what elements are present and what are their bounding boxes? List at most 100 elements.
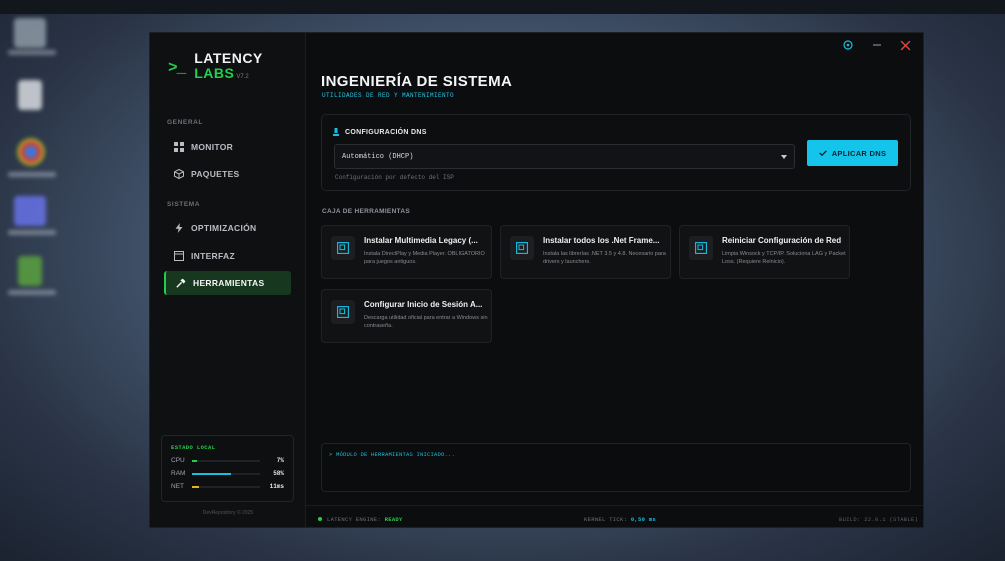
stat-value: 11ms (269, 483, 284, 490)
discord-icon[interactable] (14, 196, 46, 226)
chrome-icon[interactable] (17, 138, 45, 166)
app-window: >_ LATENCY LABS V7.2 GENERAL MONITOR PAQU… (149, 32, 924, 528)
desktop-icon-label (8, 50, 56, 55)
ram-usage-bar (192, 472, 232, 475)
tool-title: Configurar Inicio de Sesión A... (364, 300, 483, 309)
tool-title: Instalar todos los .Net Frame... (543, 236, 660, 245)
spreadsheet-icon[interactable] (18, 256, 42, 286)
status-footer: LATENCY ENGINE: READY KERNEL TICK: 0,50 … (306, 505, 923, 527)
engine-label: LATENCY ENGINE: (327, 516, 382, 523)
dns-header-label: CONFIGURACIÓN DNS (345, 128, 427, 136)
sidebar: >_ LATENCY LABS V7.2 GENERAL MONITOR PAQU… (150, 33, 306, 527)
main-panel: INGENIERÍA DE SISTEMA UTILIDADES DE RED … (306, 33, 923, 527)
bolt-icon (174, 223, 184, 233)
minimize-button[interactable] (870, 38, 884, 52)
tool-window-icon (510, 236, 534, 260)
window-icon (174, 251, 184, 261)
tool-desc: Instala DirectPlay y Media Player. OBLIG… (364, 251, 485, 265)
tools-heading: CAJA DE HERRAMIENTAS (322, 208, 410, 215)
tool-window-icon (331, 236, 355, 260)
local-status-panel: ESTADO LOCAL CPU 7% RAM 58% NET 11ms (161, 435, 294, 502)
local-status-title: ESTADO LOCAL (171, 444, 216, 451)
stat-label: NET (171, 483, 184, 490)
tool-desc: Instala las librerías .NET 3.5 y 4.8. Ne… (543, 251, 666, 265)
net-latency-bar (192, 485, 200, 488)
check-icon (818, 150, 827, 156)
dns-select-value: Automático (DHCP) (342, 152, 414, 161)
tool-title: Instalar Multimedia Legacy (... (364, 236, 478, 245)
file-icon[interactable] (18, 80, 42, 110)
stat-value: 58% (273, 470, 284, 477)
dns-config-card: CONFIGURACIÓN DNS Automático (DHCP) Conf… (321, 114, 911, 191)
sidebar-item-monitor[interactable]: MONITOR (164, 135, 291, 159)
stat-label: RAM (171, 470, 186, 477)
kernel-tick-value: 0,50 ms (630, 516, 657, 523)
sidebar-item-label: PAQUETES (191, 169, 240, 179)
kernel-tick: KERNEL TICK: 0,50 ms (584, 516, 656, 523)
sidebar-item-interfaz[interactable]: INTERFAZ (164, 244, 291, 268)
dns-header: CONFIGURACIÓN DNS (333, 128, 427, 136)
sidebar-item-label: OPTIMIZACIÓN (191, 223, 257, 233)
logo-text: LATENCY LABS V7.2 (194, 51, 263, 85)
page-subtitle: UTILIDADES DE RED Y MANTENIMIENTO (322, 92, 455, 99)
logo-line2: LABS (194, 65, 235, 81)
stat-bar-track (192, 472, 260, 475)
dns-icon (333, 128, 339, 136)
package-icon (174, 169, 184, 179)
hammer-icon (176, 278, 186, 288)
tool-card-network-reset[interactable]: Reiniciar Configuración de Red Limpia Wi… (679, 225, 850, 279)
tool-card-autologon[interactable]: Configurar Inicio de Sesión A... Descarg… (321, 289, 492, 343)
app-version: V7.2 (236, 74, 249, 80)
recycle-bin-icon[interactable] (14, 18, 46, 48)
sidebar-item-label: INTERFAZ (191, 251, 235, 261)
logo-prompt: >_ (168, 59, 186, 77)
console-output[interactable]: > MÓDULO DE HERRAMIENTAS INICIADO... (321, 443, 911, 492)
tool-desc: Limpia Winsock y TCP/IP. Soluciona LAG y… (722, 251, 846, 265)
stat-label: CPU (171, 457, 185, 464)
build-info: BUILD: 22.0.1 (STABLE) (839, 516, 919, 523)
dns-hint: Configuración por defecto del ISP (335, 174, 454, 181)
console-line: > MÓDULO DE HERRAMIENTAS INICIADO... (329, 451, 456, 458)
stat-row-ram: RAM 58% (171, 470, 284, 477)
kernel-label: KERNEL TICK: (584, 516, 628, 523)
desktop-top-strip (0, 0, 1005, 14)
desktop-icon-label (8, 290, 56, 295)
stat-bar-track (192, 485, 260, 488)
engine-status-value: READY (384, 516, 403, 523)
tool-window-icon (689, 236, 713, 260)
apply-dns-label: APLICAR DNS (831, 148, 887, 158)
chevron-down-icon (781, 154, 787, 162)
info-button[interactable] (841, 38, 855, 52)
dns-select[interactable]: Automático (DHCP) (334, 144, 795, 169)
desktop-icon-label (8, 230, 56, 235)
nav-section-system: SISTEMA (167, 201, 201, 208)
sidebar-item-label: MONITOR (191, 142, 234, 152)
tool-window-icon (331, 300, 355, 324)
sidebar-item-herramientas[interactable]: HERRAMIENTAS (164, 271, 291, 295)
engine-status: LATENCY ENGINE: READY (327, 516, 403, 523)
logo-line1: LATENCY (194, 50, 263, 66)
tool-title: Reiniciar Configuración de Red (722, 236, 842, 245)
info-icon (843, 40, 853, 50)
grid-icon (174, 142, 184, 152)
page-title: INGENIERÍA DE SISTEMA (321, 73, 513, 90)
tool-desc: Descarga utilidad oficial para entrar a … (364, 315, 488, 329)
nav-section-general: GENERAL (167, 119, 203, 126)
minimize-icon (873, 44, 881, 46)
tool-card-net-framework[interactable]: Instalar todos los .Net Frame... Instala… (500, 225, 671, 279)
desktop-icon-label (8, 172, 56, 177)
apply-dns-button[interactable]: APLICAR DNS (807, 140, 898, 166)
close-icon (900, 40, 910, 50)
cpu-usage-bar (192, 459, 197, 462)
stat-row-cpu: CPU 7% (171, 457, 284, 464)
close-button[interactable] (898, 38, 912, 52)
sidebar-item-optimizacion[interactable]: OPTIMIZACIÓN (164, 216, 291, 240)
tool-card-multimedia-legacy[interactable]: Instalar Multimedia Legacy (... Instala … (321, 225, 492, 279)
stat-value: 7% (276, 457, 284, 464)
sidebar-item-paquetes[interactable]: PAQUETES (164, 162, 291, 186)
app-logo: >_ LATENCY LABS V7.2 (168, 51, 263, 85)
copyright-text: DevRepository © 2025 (202, 510, 254, 516)
stat-bar-track (192, 459, 260, 462)
sidebar-item-label: HERRAMIENTAS (193, 278, 265, 288)
status-indicator (318, 517, 322, 521)
